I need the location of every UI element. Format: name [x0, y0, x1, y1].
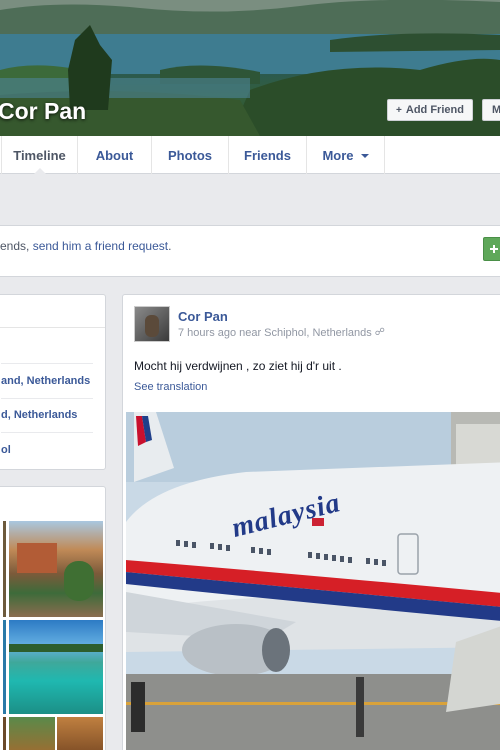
photo-thumbnail[interactable] [3, 521, 6, 617]
profile-name[interactable]: Cor Pan [0, 98, 86, 125]
tab-photos-label: Photos [167, 147, 213, 163]
tab-about[interactable]: About [78, 136, 152, 174]
post-meta: 7 hours ago near Schiphol, Netherlands ☍ [178, 327, 385, 339]
person-silhouette [145, 315, 159, 337]
about-item-1[interactable]: and, Netherlands [1, 375, 90, 387]
about-item-2[interactable]: d, Netherlands [1, 409, 77, 421]
cover-photo: Cor Pan + Add Friend M [0, 0, 500, 136]
post-author[interactable]: Cor Pan [178, 309, 228, 324]
about-card: and, Netherlands d, Netherlands ol [0, 294, 106, 470]
tab-more-label: More [322, 147, 354, 163]
audience-icon[interactable]: ☍ [375, 327, 385, 339]
chevron-down-icon [360, 154, 369, 158]
tab-photos[interactable]: Photos [152, 136, 229, 174]
photo-thumbnail[interactable] [3, 717, 6, 750]
divider [1, 363, 93, 364]
about-item-3[interactable]: ol [1, 444, 11, 456]
timeline-nav: Timeline About Photos Friends More [0, 136, 500, 175]
divider [1, 432, 93, 433]
tab-timeline[interactable]: Timeline [2, 136, 78, 175]
post-photo[interactable]: malaysia [126, 412, 500, 750]
message-button[interactable]: M [482, 99, 500, 121]
island-shape [9, 644, 103, 652]
divider [1, 398, 93, 399]
add-friend-icon: + [396, 104, 402, 116]
photo-thumbnail[interactable] [9, 521, 103, 617]
friend-request-text: ends, send him a friend request. [0, 239, 171, 253]
timeline-post: Cor Pan 7 hours ago near Schiphol, Nethe… [122, 294, 500, 750]
photo-thumbnail[interactable] [3, 620, 6, 714]
friend-request-bar: ends, send him a friend request. [0, 225, 500, 277]
see-translation-link[interactable]: See translation [134, 381, 207, 393]
tab-about-label: About [95, 147, 134, 163]
post-near: near [239, 327, 262, 339]
tab-friends-label: Friends [244, 147, 291, 163]
post-text: Mocht hij verdwijnen , zo ziet hij d'r u… [134, 359, 342, 373]
request-suffix: . [168, 239, 172, 253]
photo-thumbnail[interactable] [57, 717, 103, 750]
tab-more[interactable]: More [307, 136, 385, 174]
add-friend-button[interactable]: + Add Friend [387, 99, 473, 121]
tab-timeline-label: Timeline [13, 147, 66, 163]
photo-thumbnail[interactable] [9, 620, 103, 714]
photos-card [0, 486, 106, 750]
post-location[interactable]: Schiphol, Netherlands [264, 327, 372, 339]
send-friend-request-link[interactable]: send him a friend request [33, 239, 168, 253]
add-friend-label: Add Friend [405, 104, 464, 116]
add-friend-icon [490, 245, 498, 253]
plant-shape [64, 561, 94, 601]
airplane-image [126, 412, 500, 750]
tab-friends[interactable]: Friends [229, 136, 307, 174]
house-shape [17, 543, 57, 573]
author-avatar[interactable] [134, 306, 170, 342]
about-card-header [0, 295, 105, 328]
request-prefix: ends, [0, 239, 33, 253]
post-timestamp[interactable]: 7 hours ago [178, 327, 236, 339]
photo-thumbnail[interactable] [9, 717, 55, 750]
add-friend-green-button[interactable] [483, 237, 500, 261]
